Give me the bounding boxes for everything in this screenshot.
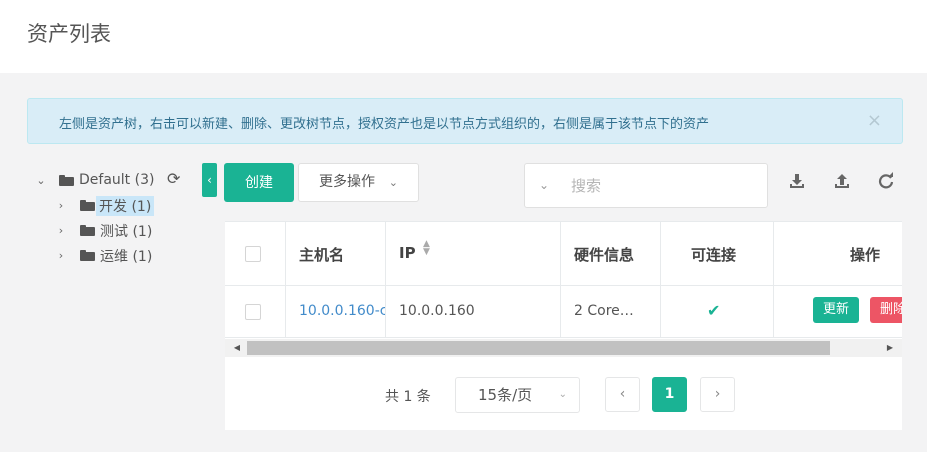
folder-open-icon	[59, 175, 74, 186]
table-row: 10.0.0.160-c 10.0.0.160 2 Core… ✔ 更新 删除	[225, 286, 902, 338]
column-label: 主机名	[299, 246, 345, 264]
chevron-right-icon[interactable]: ›	[54, 199, 68, 213]
info-alert: 左侧是资产树，右击可以新建、删除、更改树节点，授权资产也是以节点方式组织的，右侧…	[27, 98, 903, 144]
header-hardware: 硬件信息	[561, 222, 661, 285]
page-size-select[interactable]: 15条/页 ⌄	[455, 377, 580, 413]
connectable-cell: ✔	[661, 286, 774, 337]
ip-cell: 10.0.0.160	[386, 286, 561, 337]
page-1-button[interactable]: 1	[652, 377, 687, 412]
chevron-down-icon: ⌄	[388, 176, 398, 189]
search-box[interactable]: ⌄	[524, 163, 768, 208]
folder-icon	[80, 200, 95, 211]
row-select-cell	[225, 286, 286, 337]
more-actions-dropdown[interactable]: 更多操作 ⌄	[298, 163, 419, 202]
tree-node-label: 测试 (1)	[100, 224, 153, 240]
header-hostname[interactable]: 主机名	[286, 222, 386, 285]
collapse-tree-button[interactable]: ‹	[202, 163, 217, 197]
hardware-value: 2 Core…	[574, 303, 634, 319]
page-size-value: 15条/页	[478, 386, 533, 404]
ip-value: 10.0.0.160	[399, 303, 475, 319]
chevron-down-icon[interactable]: ⌄	[539, 178, 549, 192]
column-label: 可连接	[691, 246, 737, 264]
header-actions: 操作	[774, 222, 902, 285]
more-actions-label: 更多操作	[319, 174, 375, 190]
check-icon: ✔	[707, 301, 721, 320]
scroll-left-icon[interactable]: ◀	[229, 339, 245, 357]
table-header-row: 主机名 IP ▲ ▼ 硬件信息 可连接 操作	[225, 222, 902, 286]
scrollbar-thumb[interactable]	[247, 341, 830, 355]
folder-icon	[80, 250, 95, 261]
upload-icon[interactable]	[833, 172, 851, 192]
page-title: 资产列表	[27, 22, 111, 46]
prev-page-button[interactable]: ‹	[605, 377, 640, 412]
asset-table: 主机名 IP ▲ ▼ 硬件信息 可连接 操作 10.0.0.160-c 10.0…	[225, 221, 902, 338]
tree-node-label: 运维 (1)	[100, 249, 153, 265]
hardware-cell: 2 Core…	[561, 286, 661, 337]
horizontal-scrollbar[interactable]: ◀ ▶	[225, 339, 902, 357]
next-page-button[interactable]: ›	[700, 377, 735, 412]
tree-node-label: 开发 (1)	[96, 196, 155, 216]
asset-table-card: 主机名 IP ▲ ▼ 硬件信息 可连接 操作 10.0.0.160-c 10.0…	[225, 221, 902, 430]
refresh-icon[interactable]	[877, 172, 895, 192]
column-label: 操作	[850, 246, 881, 264]
hostname-cell: 10.0.0.160-c	[286, 286, 386, 337]
chevron-right-icon[interactable]: ›	[54, 249, 68, 263]
create-button[interactable]: 创建	[224, 163, 294, 202]
sort-icon[interactable]: ▲ ▼	[423, 240, 430, 257]
select-all-checkbox[interactable]	[245, 246, 261, 262]
tree-node-label: Default (3)	[79, 172, 155, 188]
pagination: 共 1 条 15条/页 ⌄ ‹ 1 ›	[225, 358, 902, 430]
close-icon[interactable]: ×	[867, 110, 882, 131]
total-count: 共 1 条	[385, 389, 431, 405]
update-button[interactable]: 更新	[813, 297, 859, 323]
alert-text: 左侧是资产树，右击可以新建、删除、更改树节点，授权资产也是以节点方式组织的，右侧…	[59, 117, 710, 132]
column-label: IP	[399, 244, 416, 262]
search-input[interactable]	[571, 174, 756, 198]
download-icon[interactable]	[788, 172, 806, 192]
folder-icon	[80, 225, 95, 236]
delete-button[interactable]: 删除	[870, 297, 902, 323]
page-header: 资产列表	[0, 0, 927, 73]
header-ip[interactable]: IP ▲ ▼	[386, 222, 561, 285]
row-checkbox[interactable]	[245, 304, 261, 320]
header-select-cell	[225, 222, 286, 285]
chevron-right-icon[interactable]: ›	[54, 224, 68, 238]
refresh-icon[interactable]: ⟳	[167, 169, 180, 188]
chevron-down-icon[interactable]: ⌄	[34, 174, 48, 188]
actions-cell: 更新 删除	[774, 286, 902, 337]
hostname-link[interactable]: 10.0.0.160-c	[299, 303, 385, 319]
tree-node-default[interactable]: ⌄ Default (3) ⟳	[30, 168, 200, 194]
scroll-right-icon[interactable]: ▶	[882, 339, 898, 357]
chevron-down-icon: ⌄	[558, 389, 567, 400]
header-connectable: 可连接	[661, 222, 774, 285]
column-label: 硬件信息	[574, 246, 635, 264]
